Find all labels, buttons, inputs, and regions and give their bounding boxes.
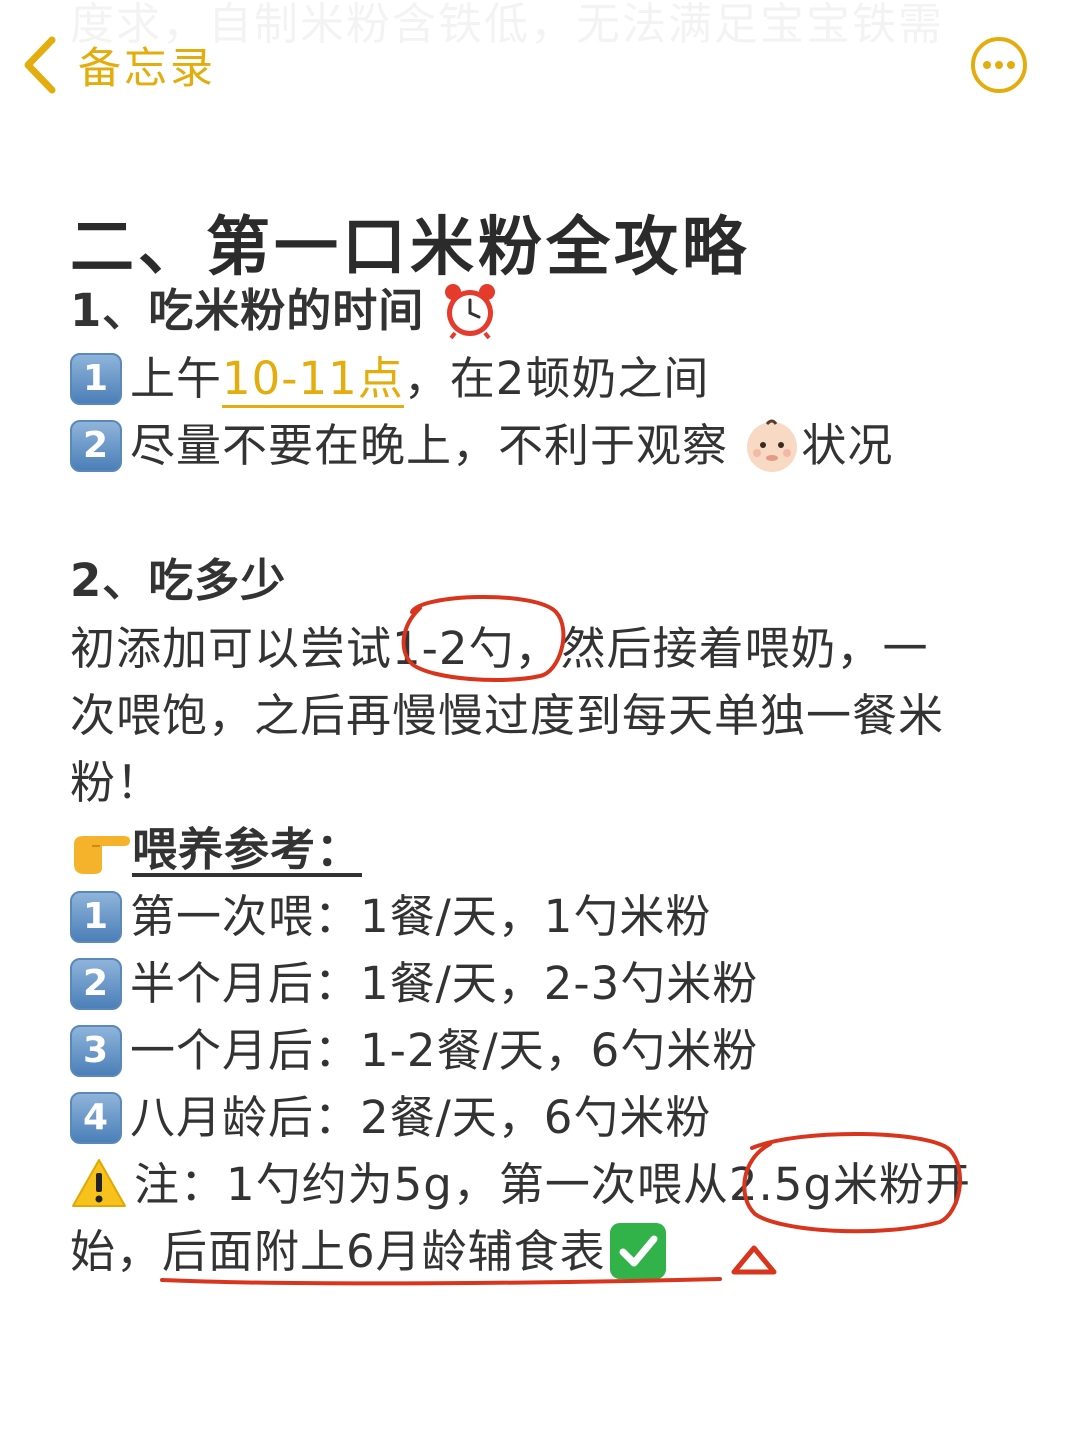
more-options-button[interactable] [970,36,1028,94]
back-button[interactable]: 备忘录 [22,30,216,100]
section2-para-line-2: 次喂饱，之后再慢慢过度到每天单独一餐米 [70,689,945,742]
keycap-4-icon: 4 [70,1092,122,1144]
section2-para-line-3: 粉！ [70,756,163,809]
baby-face-icon [747,419,798,472]
feeding-reference-heading-line: 喂养参考： [70,817,362,883]
section1-item-2: 2 尽量不要在晚上，不利于观察 状况 [70,413,893,479]
keycap-1-icon: 1 [70,891,122,943]
keycap-3-icon: 3 [70,1025,122,1077]
feeding-step-3: 3 一个月后：1-2餐/天，6勺米粉 [70,1018,758,1084]
section2-para-line-1: 初添加可以尝试1-2勺，然后接着喂奶，一 [70,622,929,675]
feeding-step-2: 2 半个月后：1餐/天，2-3勺米粉 [70,951,758,1017]
ellipsis-circle-icon [971,37,1027,93]
time-highlight: 10-11点 [222,352,404,408]
check-mark-icon [609,1223,666,1279]
section1-item-1: 1 上午10-11点，在2顿奶之间 [70,346,709,412]
feeding-reference-heading: 喂养参考： [132,823,363,876]
keycap-1-icon: 1 [70,353,122,405]
feeding-step-4: 4 八月龄后：2餐/天，6勺米粉 [70,1085,711,1151]
section1-heading: 1、吃米粉的时间 [70,284,425,337]
section1-heading-line: 1、吃米粉的时间 [70,278,499,344]
section2-heading: 2、吃多少 [70,554,287,607]
keycap-2-icon: 2 [70,958,122,1010]
red-triangle-annotation [731,1245,777,1275]
alarm-clock-icon [444,284,495,339]
note-title: 二、第一口米粉全攻略 [70,211,750,285]
note-line-2: 始，后面附上6月龄辅食表 [70,1219,666,1285]
pointing-hand-icon [74,836,130,874]
back-label: 备忘录 [78,44,216,94]
note-line-1: 注：1勺约为5g，第一次喂从2.5g米粉开 [70,1152,971,1218]
warning-icon [72,1159,126,1207]
feeding-step-1: 1 第一次喂：1餐/天，1勺米粉 [70,884,711,950]
chevron-left-icon [24,36,56,94]
keycap-2-icon: 2 [70,420,122,472]
